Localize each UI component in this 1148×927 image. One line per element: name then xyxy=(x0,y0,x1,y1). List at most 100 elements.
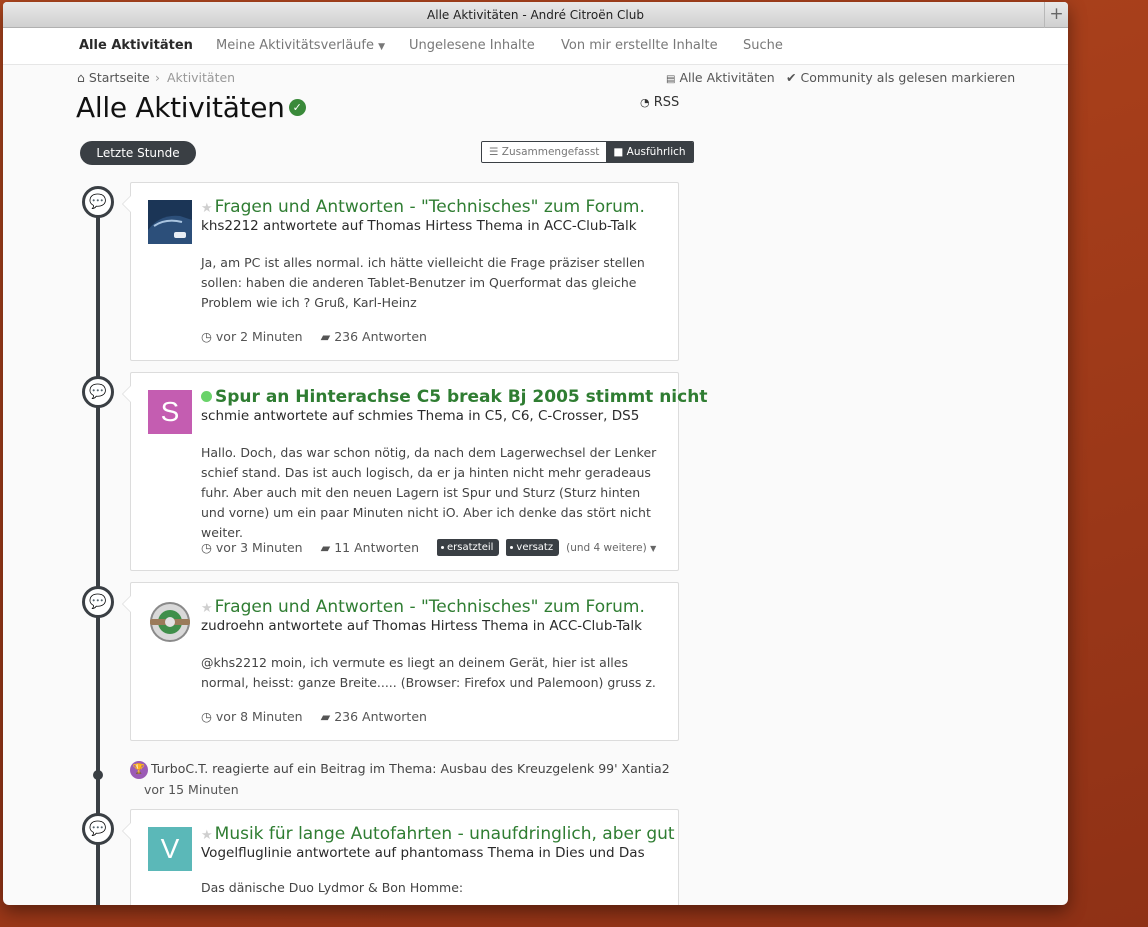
avatar[interactable]: V xyxy=(148,827,192,871)
page-title-text: Alle Aktivitäten xyxy=(76,91,285,124)
clock-icon: ◷ xyxy=(201,329,212,344)
item-footer: ◷ vor 2 Minuten ▰ 236 Antworten xyxy=(201,329,445,344)
all-activity-link-label: Alle Aktivitäten xyxy=(679,70,775,85)
nav-all-activity[interactable]: Alle Aktivitäten xyxy=(79,28,193,64)
stream-item: ★ Fragen und Antworten - "Technisches" zu… xyxy=(122,182,679,361)
breadcrumb-current: Aktivitäten xyxy=(167,70,236,85)
comment-icon: ▰ xyxy=(320,709,331,724)
more-tags-label: (und 4 weitere) xyxy=(566,541,647,554)
item-snippet: Hallo. Doch, das war schon nötig, da nac… xyxy=(201,445,657,540)
item-time[interactable]: ◷ vor 2 Minuten xyxy=(201,329,303,344)
more-tags-toggle[interactable]: (und 4 weitere) ▼ xyxy=(566,542,656,554)
item-meta: khs2212 antwortete auf Thomas Hirtess Th… xyxy=(201,218,637,234)
item-meta: zudroehn antwortete auf Thomas Hirtess T… xyxy=(201,618,642,634)
view-condensed-label: Zusammengefasst xyxy=(501,146,600,158)
item-title-text: Musik für lange Autofahrten - unaufdring… xyxy=(214,824,675,844)
item-title[interactable]: Spur an Hinterachse C5 break Bj 2005 sti… xyxy=(201,387,707,407)
activity-nav: Alle Aktivitäten Meine Aktivitätsverläuf… xyxy=(3,28,1068,65)
reaction-time[interactable]: vor 15 Minuten xyxy=(130,779,670,800)
item-replies-text: 236 Antworten xyxy=(334,329,427,344)
view-mode-toggle: ☰ Zusammengefasst ■ Ausführlich xyxy=(481,141,694,163)
item-replies: ▰ 236 Antworten xyxy=(321,329,427,344)
item-snippet: @khs2212 moin, ich vermute es liegt an d… xyxy=(201,655,656,690)
nav-my-streams[interactable]: Meine Aktivitätsverläufe ▼ xyxy=(216,28,385,65)
comment-icon: 💬 xyxy=(82,586,114,618)
view-expanded-label: Ausführlich xyxy=(626,146,686,158)
time-filter-pill[interactable]: Letzte Stunde xyxy=(80,141,196,165)
item-replies: ▰ 236 Antworten xyxy=(321,709,427,724)
item-time-text: vor 2 Minuten xyxy=(215,329,303,344)
stream-item: V ★ Musik für lange Autofahrten - unaufdr… xyxy=(122,809,679,905)
title-bar: Alle Aktivitäten - André Citroën Club + xyxy=(3,2,1068,28)
comment-icon: 💬 xyxy=(82,376,114,408)
item-footer: ◷ vor 3 Minuten ▰ 11 Antworten ersatztei… xyxy=(201,539,656,556)
stream-item: ★ Fragen und Antworten - "Technisches" zu… xyxy=(122,582,679,741)
rss-link[interactable]: ◔ RSS xyxy=(640,95,679,110)
item-title[interactable]: ★ Fragen und Antworten - "Technisches" zu… xyxy=(201,197,645,217)
newspaper-icon: ▤ xyxy=(666,74,676,85)
list-icon: ☰ xyxy=(489,146,499,158)
star-icon[interactable]: ★ xyxy=(201,601,213,616)
square-icon: ■ xyxy=(613,146,624,158)
rss-icon: ◔ xyxy=(640,96,650,109)
view-expanded-button[interactable]: ■ Ausführlich xyxy=(606,142,693,162)
check-icon: ✔ xyxy=(786,70,797,85)
item-replies-text: 11 Antworten xyxy=(334,540,419,555)
clock-icon: ◷ xyxy=(201,540,212,555)
reaction-item: 🏆 TurboC.T. reagierte auf ein Beitrag im … xyxy=(130,758,670,800)
nav-my-streams-label: Meine Aktivitätsverläufe xyxy=(216,38,374,53)
caret-down-icon: ▼ xyxy=(650,543,657,553)
timeline-dot xyxy=(93,770,103,780)
nav-search[interactable]: Suche xyxy=(743,28,783,64)
item-meta: schmie antwortete auf schmies Thema in C… xyxy=(201,408,640,424)
view-condensed-button[interactable]: ☰ Zusammengefasst xyxy=(482,142,607,162)
online-indicator-icon xyxy=(201,391,212,402)
all-activity-link[interactable]: ▤ Alle Aktivitäten xyxy=(666,70,775,85)
plus-icon[interactable]: + xyxy=(1044,2,1068,28)
star-icon[interactable]: ★ xyxy=(201,828,213,843)
tag-versatz[interactable]: versatz xyxy=(506,539,560,556)
avatar[interactable]: S xyxy=(148,390,192,434)
rss-label: RSS xyxy=(653,95,680,110)
nav-my-content[interactable]: Von mir erstellte Inhalte xyxy=(561,28,718,64)
item-time[interactable]: ◷ vor 8 Minuten xyxy=(201,709,303,724)
comment-icon: 💬 xyxy=(82,186,114,218)
comment-icon: 💬 xyxy=(82,813,114,845)
clock-icon: ◷ xyxy=(201,709,212,724)
trophy-icon: 🏆 xyxy=(130,760,148,779)
reaction-text[interactable]: TurboC.T. reagierte auf ein Beitrag im T… xyxy=(151,761,670,776)
home-icon: ⌂ xyxy=(77,70,85,85)
tag-ersatzteil[interactable]: ersatzteil xyxy=(437,539,500,556)
mark-read-link[interactable]: ✔ Community als gelesen markieren xyxy=(786,70,1015,85)
item-title-text: Spur an Hinterachse C5 break Bj 2005 sti… xyxy=(215,387,708,407)
page-title: Alle Aktivitäten ✓ xyxy=(76,91,306,124)
item-title[interactable]: ★ Musik für lange Autofahrten - unaufdrin… xyxy=(201,824,675,844)
timeline-line xyxy=(96,188,100,905)
caret-down-icon: ▼ xyxy=(378,42,386,52)
item-replies: ▰ 11 Antworten xyxy=(321,540,419,555)
item-footer: ◷ vor 8 Minuten ▰ 236 Antworten xyxy=(201,709,445,724)
item-time-text: vor 8 Minuten xyxy=(215,709,303,724)
item-title-text: Fragen und Antworten - "Technisches" zum… xyxy=(214,197,645,217)
mark-read-label: Community als gelesen markieren xyxy=(800,70,1016,85)
item-time-text: vor 3 Minuten xyxy=(215,540,303,555)
star-icon[interactable]: ★ xyxy=(201,201,213,216)
comment-icon: ▰ xyxy=(320,540,331,555)
verified-check-icon: ✓ xyxy=(288,98,306,116)
breadcrumb-separator-icon: › xyxy=(155,70,160,85)
browser-window: Alle Aktivitäten - André Citroën Club + … xyxy=(3,2,1068,905)
stream-item: S Spur an Hinterachse C5 break Bj 2005 s… xyxy=(122,372,707,571)
breadcrumb-row: ⌂ Startseite › Aktivitäten ▤ Alle Aktivi… xyxy=(3,66,1068,88)
item-title[interactable]: ★ Fragen und Antworten - "Technisches" zu… xyxy=(201,597,645,617)
item-snippet: Das dänische Duo Lydmor & Bon Homme: xyxy=(201,880,464,895)
item-meta: Vogelfluglinie antwortete auf phantomass… xyxy=(201,845,645,861)
comment-icon: ▰ xyxy=(320,329,331,344)
item-time[interactable]: ◷ vor 3 Minuten xyxy=(201,540,303,555)
nav-unread[interactable]: Ungelesene Inhalte xyxy=(409,28,535,64)
breadcrumb-home[interactable]: ⌂ Startseite xyxy=(77,70,150,85)
avatar[interactable] xyxy=(148,600,192,644)
item-replies-text: 236 Antworten xyxy=(334,709,427,724)
item-title-text: Fragen und Antworten - "Technisches" zum… xyxy=(214,597,645,617)
avatar[interactable] xyxy=(148,200,192,244)
breadcrumb-home-label: Startseite xyxy=(88,70,150,85)
